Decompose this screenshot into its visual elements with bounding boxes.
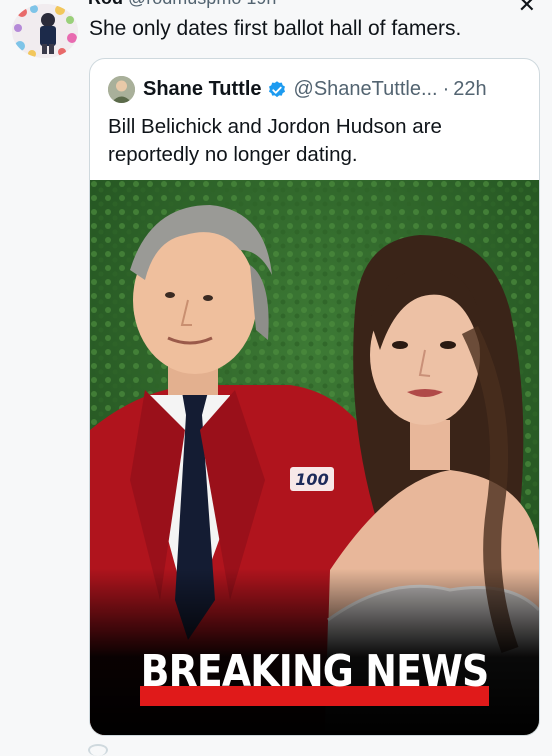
reply-time: 19h bbox=[246, 0, 276, 8]
quoted-tweet-header: Shane Tuttle @ShaneTuttle... · 22h bbox=[108, 76, 487, 103]
reply-text: She only dates first ballot hall of fame… bbox=[89, 17, 462, 40]
reply-author-handle[interactable]: @rodmuspmo bbox=[128, 0, 241, 8]
reply-author-name[interactable]: Rod bbox=[88, 0, 123, 8]
quoted-author-avatar[interactable] bbox=[108, 76, 135, 103]
next-tweet-avatar-edge bbox=[88, 744, 108, 756]
breaking-news-banner: BREAKING NEWS bbox=[140, 646, 490, 697]
quoted-author-name[interactable]: Shane Tuttle bbox=[143, 78, 262, 101]
quoted-tweet-image[interactable]: 100 BREAKING NEWS bbox=[90, 180, 539, 735]
time-separator: · bbox=[442, 78, 450, 100]
quoted-author-handle[interactable]: @ShaneTuttle... bbox=[294, 78, 438, 101]
reply-header: Rod @rodmuspmo 19h bbox=[88, 0, 276, 8]
quoted-tweet-text: Bill Belichick and Jordon Hudson are rep… bbox=[108, 115, 442, 166]
reply-avatar[interactable] bbox=[12, 4, 78, 58]
quoted-tweet-card[interactable]: Shane Tuttle @ShaneTuttle... · 22h Bill … bbox=[89, 58, 540, 736]
close-icon[interactable]: ✕ bbox=[518, 0, 536, 18]
verified-badge-icon bbox=[268, 80, 285, 97]
quoted-tweet-time[interactable]: 22h bbox=[453, 78, 486, 101]
